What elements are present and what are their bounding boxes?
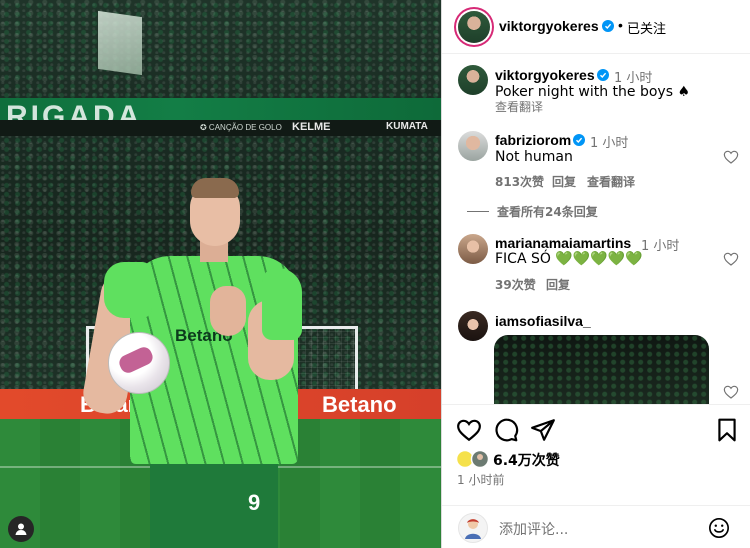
player-hand-gesture bbox=[210, 286, 246, 336]
bookmark-icon[interactable] bbox=[714, 417, 740, 443]
avatar[interactable] bbox=[458, 11, 490, 43]
comment-likes[interactable]: 813次赞 bbox=[495, 173, 544, 190]
post-timestamp[interactable]: 1 小时前 bbox=[457, 471, 504, 488]
heart-icon[interactable] bbox=[723, 384, 739, 400]
stadium-flag bbox=[98, 10, 142, 76]
view-all-replies-button[interactable]: 查看所有24条回复 bbox=[467, 203, 598, 220]
caption-username[interactable]: viktorgyokeres bbox=[495, 67, 595, 83]
user-tag-icon[interactable] bbox=[8, 516, 34, 542]
match-ball bbox=[108, 332, 170, 394]
ad-strip-brand: KELME bbox=[292, 121, 331, 133]
stadium-ad-strip: ✪ CANÇÃO DE GOLO KELME KUMATA bbox=[0, 120, 441, 136]
player-hair bbox=[191, 178, 239, 198]
heart-icon[interactable] bbox=[723, 149, 739, 165]
avatar[interactable] bbox=[458, 131, 488, 161]
comment-likes[interactable]: 39次赞 bbox=[495, 276, 536, 293]
post-side-panel: viktorgyokeres • 已关注 viktorgyokeres 1 小时… bbox=[441, 0, 750, 548]
share-icon[interactable] bbox=[530, 417, 556, 443]
emoji-icon[interactable] bbox=[708, 517, 730, 539]
post-header: viktorgyokeres • 已关注 bbox=[442, 0, 750, 54]
header-separator: • bbox=[618, 17, 623, 33]
comment-username[interactable]: marianamaiamartins bbox=[495, 235, 631, 251]
player-shorts: 9 bbox=[150, 456, 278, 548]
adboard-text-right: Betano bbox=[322, 392, 397, 417]
post-actions: 6.4万次赞 1 小时前 添加评论... bbox=[442, 404, 750, 548]
comment-translate-link[interactable]: 查看翻译 bbox=[587, 173, 635, 190]
likers-avatars[interactable] bbox=[456, 449, 492, 469]
player-left-sleeve bbox=[104, 262, 152, 318]
avatar[interactable] bbox=[458, 234, 488, 264]
verified-icon bbox=[597, 69, 609, 81]
comment-image-preview[interactable] bbox=[494, 335, 709, 405]
post-likes-count[interactable]: 6.4万次赞 bbox=[493, 450, 560, 470]
ad-strip-promo: ✪ CANÇÃO DE GOLO bbox=[200, 123, 282, 132]
comment-icon[interactable] bbox=[493, 417, 519, 443]
heart-icon[interactable] bbox=[723, 251, 739, 267]
post-image[interactable]: RIGADA ✪ CANÇÃO DE GOLO KELME KUMATA Bet… bbox=[0, 0, 441, 548]
verified-icon bbox=[573, 134, 585, 146]
player-right-sleeve bbox=[262, 268, 302, 340]
avatar[interactable] bbox=[458, 311, 488, 341]
current-user-avatar bbox=[458, 513, 488, 543]
comment-username[interactable]: fabriziorom bbox=[495, 132, 571, 148]
comment-reply-button[interactable]: 回复 bbox=[552, 173, 576, 190]
follow-status-button[interactable]: 已关注 bbox=[627, 18, 666, 37]
avatar[interactable] bbox=[458, 65, 488, 95]
header-username[interactable]: viktorgyokeres bbox=[499, 18, 599, 34]
shorts-number: 9 bbox=[248, 490, 261, 515]
heart-icon[interactable] bbox=[456, 417, 482, 443]
comment-input[interactable]: 添加评论... bbox=[499, 519, 568, 539]
verified-icon bbox=[602, 20, 614, 32]
caption-translate-link[interactable]: 查看翻译 bbox=[495, 98, 543, 115]
comment-composer: 添加评论... bbox=[442, 505, 750, 548]
comment-reply-button[interactable]: 回复 bbox=[546, 276, 570, 293]
ad-strip-brand-right: KUMATA bbox=[386, 121, 428, 132]
comment-text: FICA SÓ 💚💚💚💚💚 bbox=[495, 251, 643, 267]
comment-time[interactable]: 1 小时 bbox=[590, 132, 628, 151]
comment-time[interactable]: 1 小时 bbox=[641, 235, 679, 254]
comment-username[interactable]: iamsofiasilva_ bbox=[495, 313, 591, 329]
comment-text: Not human bbox=[495, 149, 573, 165]
